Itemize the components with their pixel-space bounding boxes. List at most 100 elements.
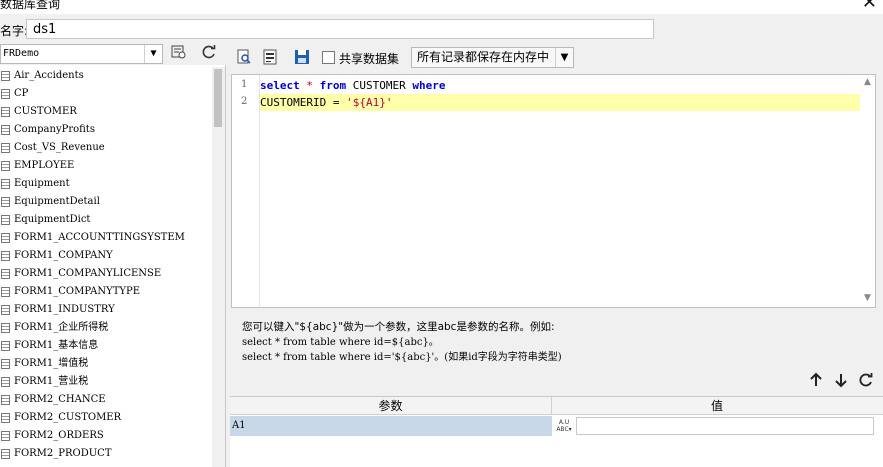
list-item[interactable]: Equipment <box>0 175 212 193</box>
list-item[interactable]: FORM1_COMPANYTYPE <box>0 283 212 301</box>
list-item[interactable]: Air_Accidents <box>0 67 212 85</box>
sql-code[interactable]: select * from CUSTOMER where CUSTOMERID … <box>260 77 860 111</box>
table-name: EMPLOYEE <box>14 160 75 171</box>
sql-query-icon[interactable] <box>262 49 278 65</box>
string-literal: '${A1}' <box>346 96 393 109</box>
list-item[interactable]: FORM1_增值税 <box>0 355 212 373</box>
hint-line-3: select * from table where id='${abc}'。(如… <box>242 352 562 363</box>
name-input[interactable] <box>26 19 654 39</box>
type-selector-icon[interactable]: A.U ABC▾ <box>553 416 575 436</box>
list-item[interactable]: FORM2_PRODUCT <box>0 445 212 463</box>
table-name: EquipmentDict <box>14 214 91 225</box>
memory-mode-value: 所有记录都保存在内存中 <box>417 50 550 64</box>
line-number-gutter: 1 2 <box>232 75 260 307</box>
table-name: FORM2_CUSTOMER <box>14 412 122 423</box>
table-browser-panel: FRDemo ▼ Air_Accidents CP CUSTOMER CompanyP… <box>0 43 226 467</box>
chevron-down-icon[interactable]: ▼ <box>144 45 162 63</box>
list-item[interactable]: FORM1_营业税 <box>0 373 212 391</box>
table-icon <box>1 197 10 207</box>
table-icon <box>1 323 10 333</box>
operator: * <box>306 79 313 92</box>
save-icon[interactable] <box>294 49 310 65</box>
table-icon <box>1 413 10 423</box>
refresh-icon[interactable] <box>198 44 220 64</box>
table-name: FORM1_营业税 <box>14 376 89 387</box>
share-dataset-label: 共享数据集 <box>339 52 400 66</box>
table-list: Air_Accidents CP CUSTOMER CompanyProfits Cos… <box>0 67 212 467</box>
list-item[interactable]: FORM2_ORDERS <box>0 427 212 445</box>
list-item[interactable]: CompanyProfits <box>0 121 212 139</box>
column-header-param: 参数 <box>230 397 552 415</box>
hint-line-1: 您可以键入"${abc}"做为一个参数，这里abc是参数的名称。例如: <box>242 321 555 333</box>
chevron-down-icon[interactable]: ▼ <box>555 48 573 67</box>
move-up-icon[interactable] <box>807 372 825 390</box>
table-name: FORM1_COMPANYTYPE <box>14 286 141 297</box>
sql-editor[interactable]: 1 2 select * from CUSTOMER where CUSTOME… <box>231 74 876 308</box>
scrollbar-thumb[interactable] <box>214 69 222 127</box>
table-name: CUSTOMER <box>14 106 77 117</box>
table-icon <box>1 341 10 351</box>
table-icon <box>1 269 10 279</box>
table-icon <box>1 359 10 369</box>
query-toolbar: 共享数据集 所有记录都保存在内存中 ▼ <box>230 43 883 71</box>
table-name: EquipmentDetail <box>14 196 100 207</box>
title-bar: 数据库查询 ✕ <box>0 0 883 14</box>
list-item[interactable]: FORM1_基本信息 <box>0 337 212 355</box>
table-name: CP <box>14 88 29 99</box>
list-item[interactable]: Cost_VS_Revenue <box>0 139 212 157</box>
window-title: 数据库查询 <box>0 0 61 11</box>
list-item[interactable]: FORM1_ACCOUNTTINGSYSTEM <box>0 229 212 247</box>
refresh-params-icon[interactable] <box>857 372 875 390</box>
name-row: 名字: <box>0 14 883 44</box>
operator: = <box>332 96 340 109</box>
preview-icon[interactable] <box>236 49 252 65</box>
list-item[interactable]: FORM2_CUSTOMER <box>0 409 212 427</box>
table-name: CompanyProfits <box>14 124 95 135</box>
code-line-1[interactable]: select * from CUSTOMER where <box>260 77 860 94</box>
table-icon <box>1 179 10 189</box>
scroll-up-icon[interactable]: ▲ <box>860 75 875 89</box>
keyword: where <box>412 79 446 92</box>
table-name: FORM1_ACCOUNTTINGSYSTEM <box>14 232 185 243</box>
table-row[interactable]: A1 A.U ABC▾ <box>230 416 883 436</box>
list-item[interactable]: CUSTOMER <box>0 103 212 121</box>
share-dataset-checkbox[interactable] <box>322 51 335 64</box>
identifier: CUSTOMER <box>352 79 406 92</box>
parameter-hint: 您可以键入"${abc}"做为一个参数，这里abc是参数的名称。例如: sele… <box>242 320 862 365</box>
table-icon <box>1 71 10 81</box>
memory-mode-select[interactable]: 所有记录都保存在内存中 ▼ <box>411 47 574 68</box>
param-value-input[interactable] <box>576 417 874 435</box>
list-item[interactable]: FORM1_COMPANY <box>0 247 212 265</box>
code-line-2[interactable]: CUSTOMERID = '${A1}' <box>260 94 860 111</box>
datasource-toolbar: FRDemo ▼ <box>0 43 226 65</box>
table-icon <box>1 305 10 315</box>
table-list-scrollbar[interactable] <box>212 67 225 467</box>
parameters-table: 参数 值 A1 A.U ABC▾ <box>230 396 883 467</box>
move-down-icon[interactable] <box>832 372 850 390</box>
table-name: FORM1_基本信息 <box>14 340 99 351</box>
list-item[interactable]: EquipmentDetail <box>0 193 212 211</box>
scroll-down-icon[interactable]: ▼ <box>860 291 875 305</box>
table-name: FORM1_INDUSTRY <box>14 304 115 315</box>
table-name: Equipment <box>14 178 70 189</box>
table-name: FORM1_增值税 <box>14 358 89 369</box>
list-item[interactable]: CP <box>0 85 212 103</box>
parameters-table-header: 参数 值 <box>230 397 883 415</box>
datasource-select[interactable]: FRDemo ▼ <box>0 44 163 64</box>
list-item[interactable]: EMPLOYEE <box>0 157 212 175</box>
close-icon[interactable]: ✕ <box>862 0 877 12</box>
table-name: Air_Accidents <box>14 70 84 81</box>
list-item[interactable]: FORM1_企业所得税 <box>0 319 212 337</box>
filter-table-icon[interactable] <box>168 44 190 64</box>
list-item[interactable]: FORM1_INDUSTRY <box>0 301 212 319</box>
table-name: Cost_VS_Revenue <box>14 142 105 153</box>
table-name: FORM1_COMPANY <box>14 250 113 261</box>
table-icon <box>1 233 10 243</box>
editor-scrollbar[interactable]: ▲ ▼ <box>860 75 875 307</box>
list-item[interactable]: FORM2_CHANCE <box>0 391 212 409</box>
list-item[interactable]: EquipmentDict <box>0 211 212 229</box>
param-name-cell[interactable]: A1 <box>230 416 552 436</box>
list-item[interactable]: FORM1_COMPANYLICENSE <box>0 265 212 283</box>
table-name: FORM1_企业所得税 <box>14 322 109 333</box>
hint-line-2: select * from table where id=${abc}。 <box>242 337 439 348</box>
